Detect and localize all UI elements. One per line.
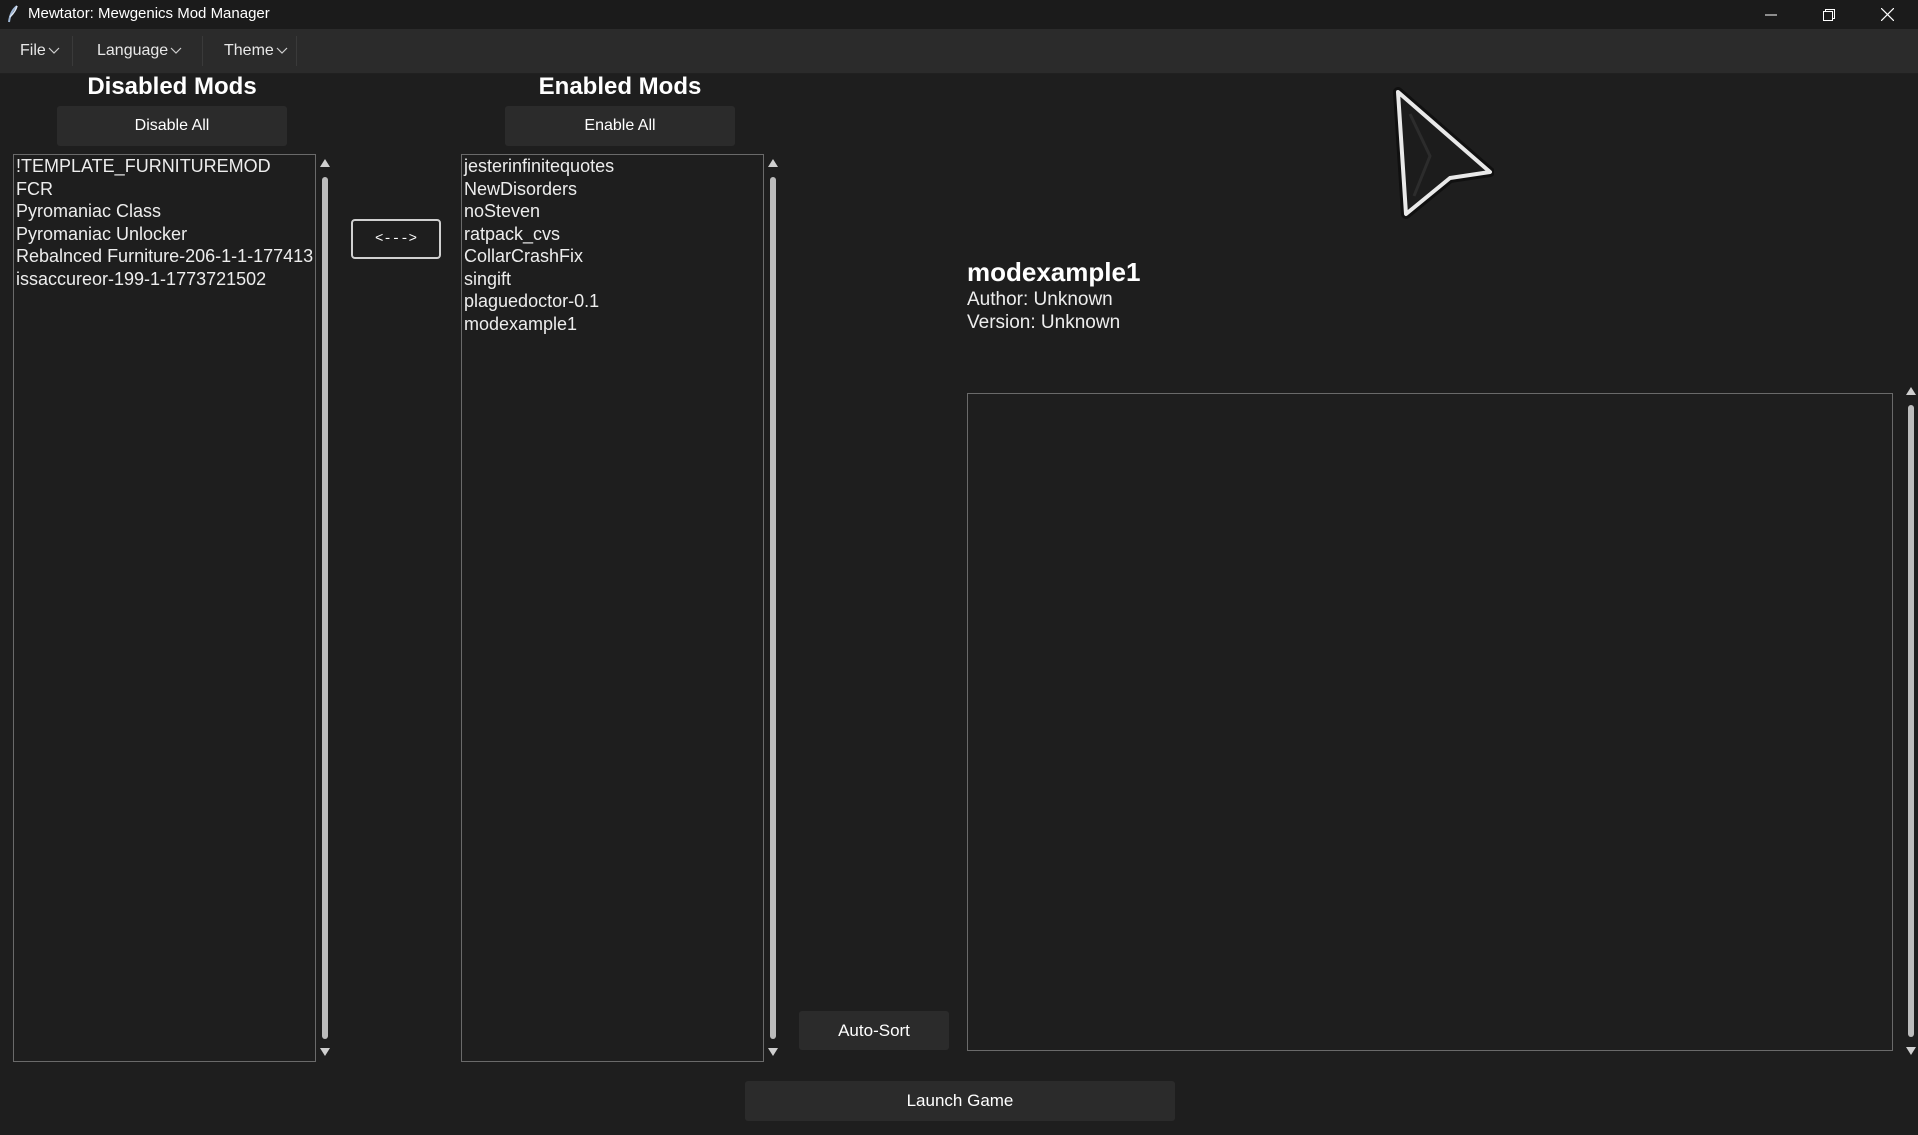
scroll-down-icon[interactable] (320, 1048, 330, 1056)
enabled-list-scrollbar[interactable] (770, 177, 776, 1039)
scroll-up-icon[interactable] (320, 159, 330, 167)
close-icon (1880, 8, 1894, 21)
auto-sort-button[interactable]: Auto-Sort (799, 1011, 949, 1050)
minimize-button[interactable] (1742, 0, 1800, 29)
feather-icon (7, 5, 19, 23)
launch-game-button[interactable]: Launch Game (745, 1081, 1175, 1121)
list-item[interactable]: !TEMPLATE_FURNITUREMOD (14, 155, 315, 178)
mod-version: Version: Unknown (967, 312, 1121, 333)
list-item[interactable]: CollarCrashFix (462, 245, 763, 268)
title-bar (0, 0, 1918, 29)
mod-name: modexample1 (967, 257, 1141, 287)
enable-all-button[interactable]: Enable All (505, 106, 735, 146)
list-item[interactable]: FCR (14, 178, 315, 201)
list-item[interactable]: noSteven (462, 200, 763, 223)
list-item[interactable]: ratpack_cvs (462, 223, 763, 246)
menu-theme-label: Theme (224, 42, 274, 59)
enabled-mods-list[interactable]: jesterinfinitequotes NewDisorders noStev… (461, 154, 764, 1062)
chevron-down-icon (276, 47, 288, 54)
menu-file-label: File (20, 42, 46, 59)
disabled-mods-heading: Disabled Mods (87, 73, 257, 100)
menu-theme[interactable]: Theme (224, 36, 288, 66)
scroll-down-icon[interactable] (768, 1048, 778, 1056)
list-item[interactable]: singift (462, 268, 763, 291)
list-item[interactable]: Rebalnced Furniture-206-1-1-177413 (14, 245, 315, 268)
disabled-list-scrollbar[interactable] (322, 177, 328, 1039)
mod-author: Author: Unknown (967, 289, 1113, 310)
close-button[interactable] (1858, 0, 1916, 29)
menu-language-label: Language (97, 42, 169, 59)
window-title: Mewtator: Mewgenics Mod Manager (28, 5, 270, 22)
menu-divider (202, 36, 203, 66)
menu-language[interactable]: Language (97, 36, 182, 66)
mod-description-box[interactable] (967, 393, 1893, 1051)
chevron-down-icon (170, 47, 182, 54)
scroll-down-icon[interactable] (1906, 1047, 1916, 1055)
list-item[interactable]: plaguedoctor-0.1 (462, 290, 763, 313)
disable-all-button[interactable]: Disable All (57, 106, 287, 146)
list-item[interactable]: NewDisorders (462, 178, 763, 201)
disabled-mods-list[interactable]: !TEMPLATE_FURNITUREMOD FCR Pyromaniac Cl… (13, 154, 316, 1062)
list-item[interactable]: modexample1 (462, 313, 763, 336)
restore-icon (1823, 8, 1835, 21)
list-item[interactable]: Pyromaniac Class (14, 200, 315, 223)
list-item[interactable]: issaccureor-199-1-1773721502 (14, 268, 315, 291)
menu-divider (296, 36, 297, 66)
scroll-up-icon[interactable] (768, 159, 778, 167)
list-item[interactable]: jesterinfinitequotes (462, 155, 763, 178)
restore-button[interactable] (1800, 0, 1858, 29)
transfer-button[interactable]: <---> (351, 219, 441, 259)
menu-file[interactable]: File (20, 36, 60, 66)
list-item[interactable]: Pyromaniac Unlocker (14, 223, 315, 246)
enabled-mods-heading: Enabled Mods (538, 73, 702, 100)
description-scrollbar[interactable] (1908, 405, 1914, 1037)
menu-divider (72, 36, 73, 66)
cursor-arrow-image (1393, 87, 1494, 219)
chevron-down-icon (48, 47, 60, 54)
minimize-icon (1765, 14, 1777, 15)
scroll-up-icon[interactable] (1906, 387, 1916, 395)
